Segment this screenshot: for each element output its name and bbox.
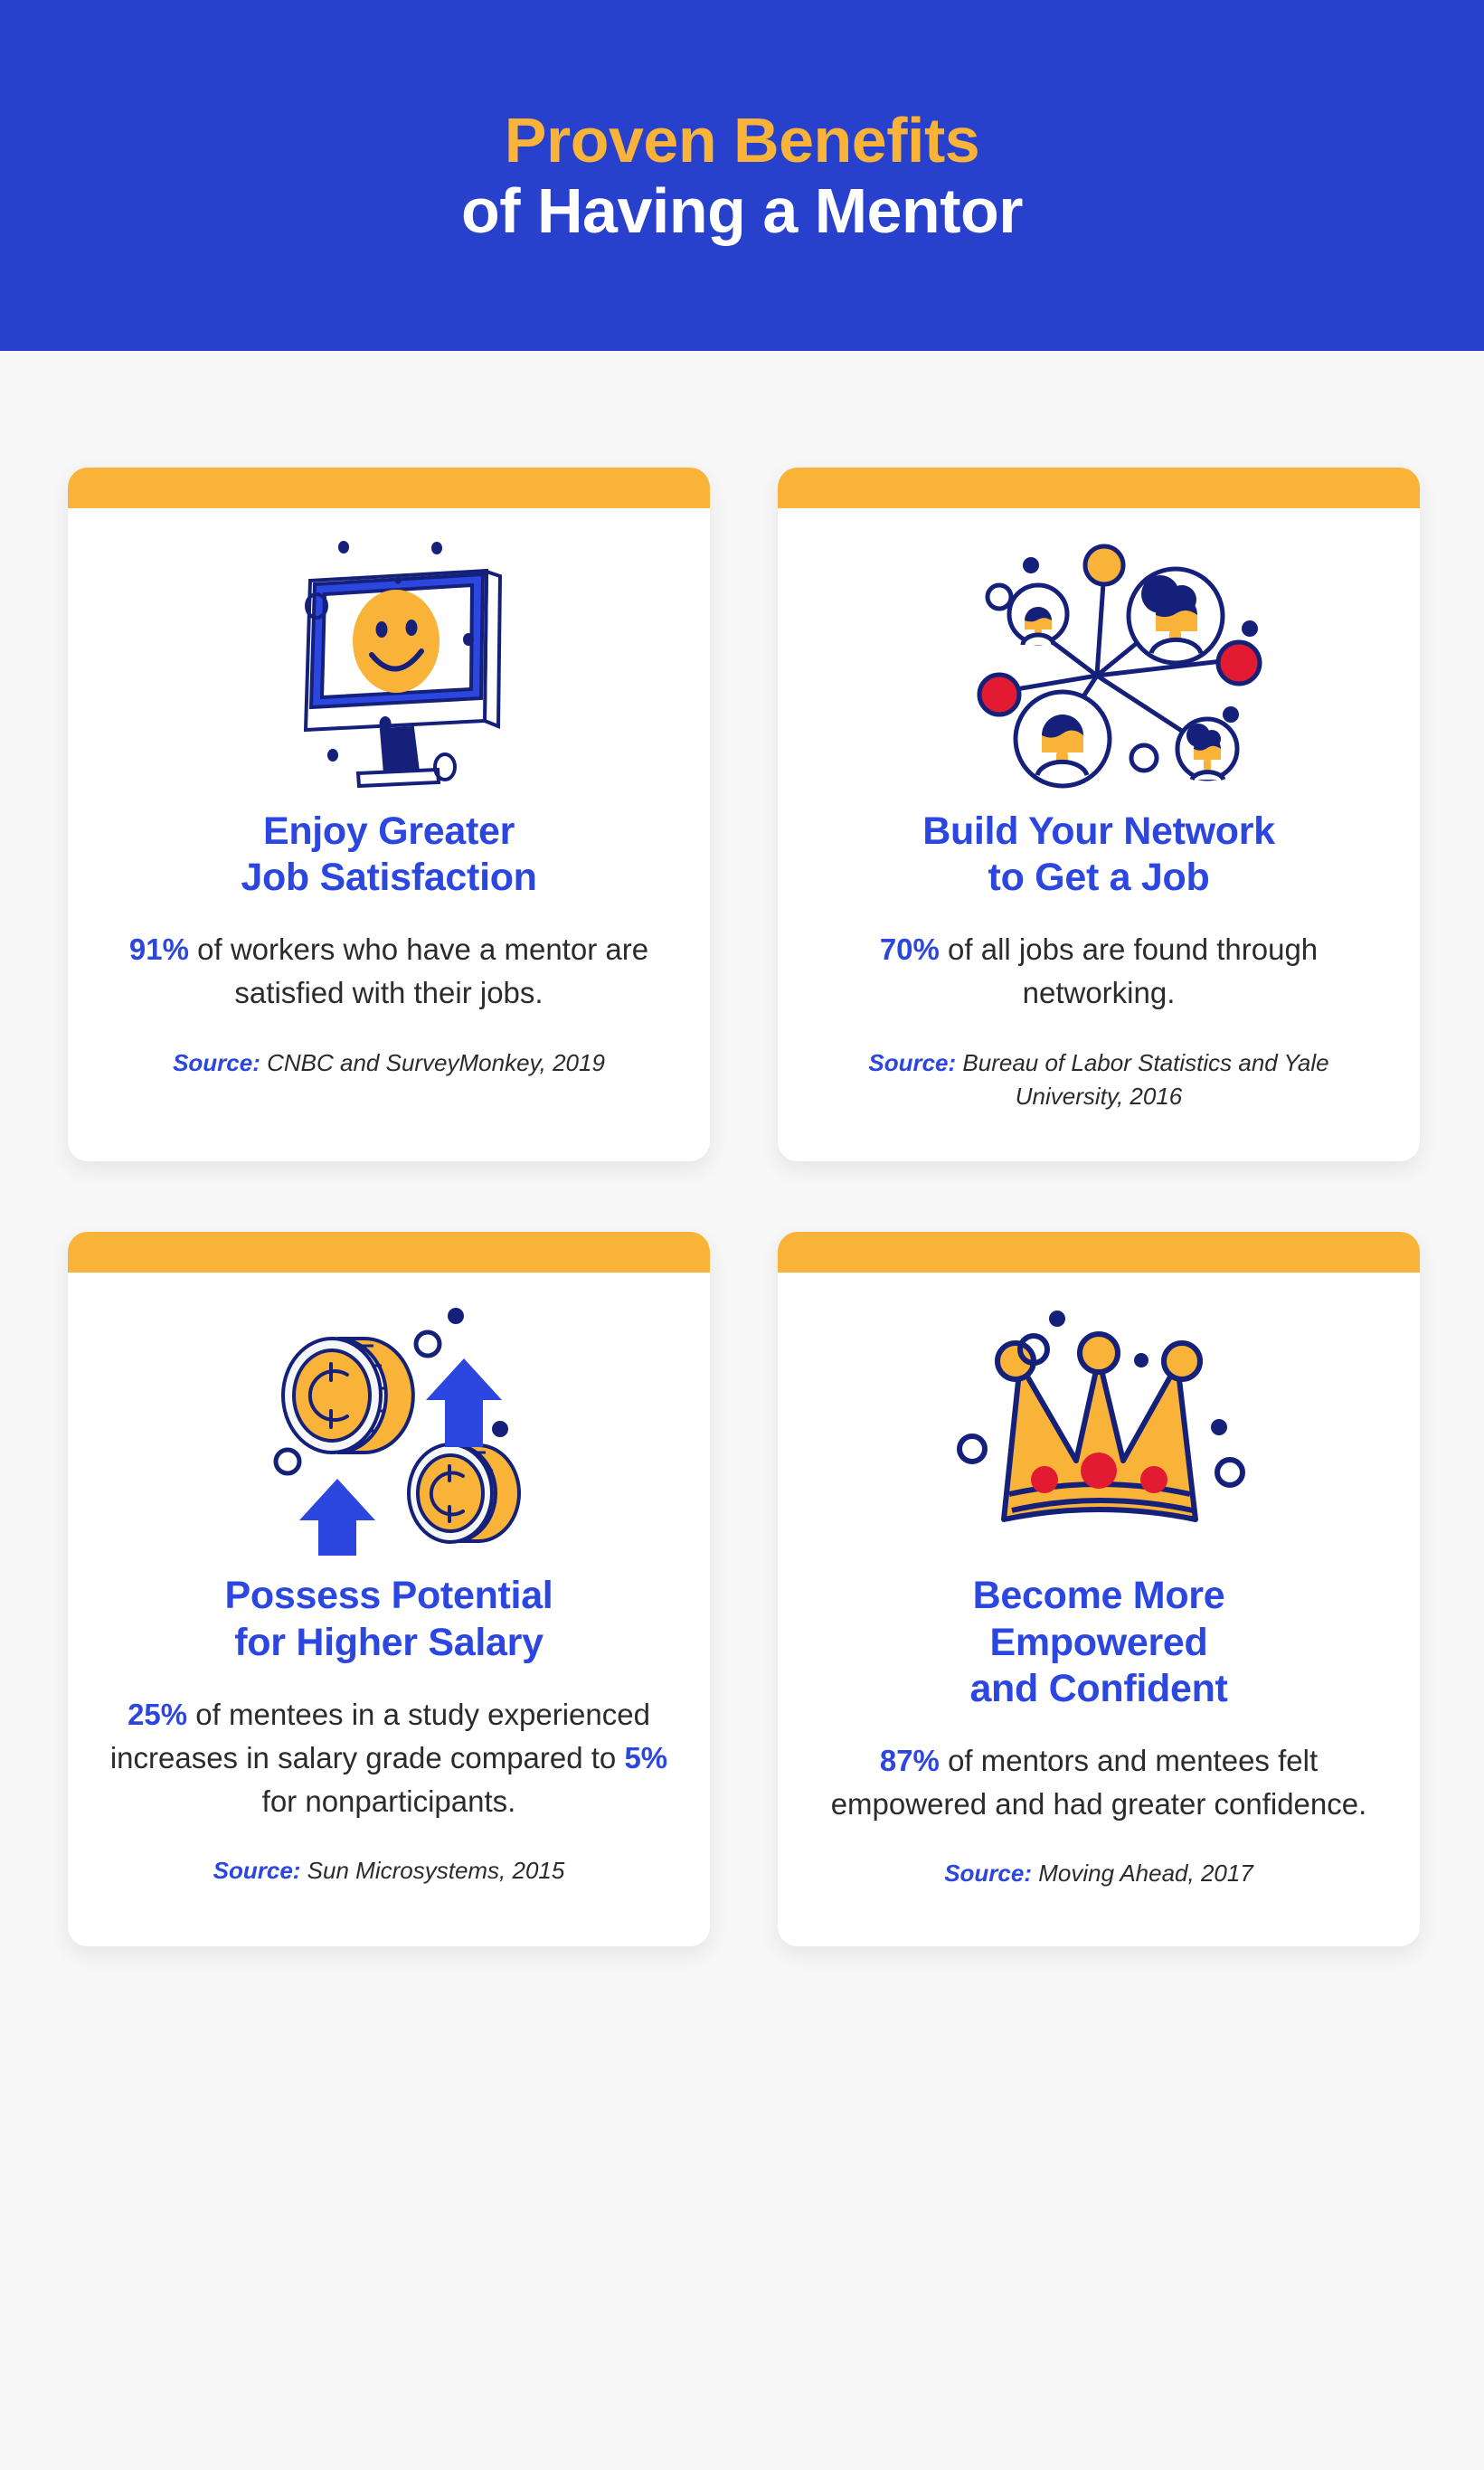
stat-text-a: of mentees in a study experienced increa… [109,1697,650,1774]
card-title-line-2: Empowered [989,1620,1208,1664]
infographic-page: Proven Benefits of Having a Mentor Enjoy… [0,0,1484,2470]
card-title-line-1: Possess Potential [224,1574,553,1618]
card-accent-bar [68,468,710,508]
page-title-line-1: Proven Benefits [504,104,980,175]
card-title-line-3: and Confident [969,1666,1228,1710]
smiley-monitor-icon [244,525,534,796]
card-title-line-2: to Get a Job [988,856,1210,900]
stat-value-2: 5% [624,1740,668,1774]
stat-value: 70% [879,932,940,967]
benefit-card-grid: Enjoy Greater Job Satisfaction 91% of wo… [68,468,1420,1947]
card-source: Source: CNBC and SurveyMonkey, 2019 [173,1046,605,1080]
source-text: Moving Ahead, 2017 [1032,1860,1253,1888]
page-header: Proven Benefits of Having a Mentor [0,0,1484,351]
card-source: Source: Bureau of Labor Statistics and Y… [816,1046,1382,1113]
card-body: Become More Empowered and Confident 87% … [778,1273,1420,1946]
card-accent-bar [778,1232,1420,1273]
card-body: Enjoy Greater Job Satisfaction 91% of wo… [68,508,710,1134]
stat-value: 87% [879,1743,940,1777]
card-stat: 25% of mentees in a study experienced in… [106,1693,672,1824]
card-title: Possess Potential for Higher Salary [225,1573,553,1665]
stat-text: of all jobs are found through networking… [939,932,1319,1010]
source-label: Source: [213,1857,301,1885]
card-title: Become More Empowered and Confident [969,1573,1227,1711]
stat-text: of workers who have a mentor are satisfi… [188,932,649,1010]
card-title: Enjoy Greater Job Satisfaction [241,809,537,901]
card-accent-bar [778,468,1420,508]
benefit-card-salary: Possess Potential for Higher Salary 25% … [68,1232,710,1947]
card-source: Source: Sun Microsystems, 2015 [213,1854,565,1888]
card-title-line-2: Job Satisfaction [241,856,537,900]
stat-value: 91% [128,932,189,967]
card-title: Build Your Network to Get a Job [922,809,1275,901]
card-title-line-2: for Higher Salary [234,1620,544,1664]
card-stat: 91% of workers who have a mentor are sat… [106,928,672,1015]
benefit-card-job-satisfaction: Enjoy Greater Job Satisfaction 91% of wo… [68,468,710,1162]
card-title-line-1: Become More [972,1574,1225,1618]
card-title-line-1: Enjoy Greater [262,809,515,853]
card-accent-bar [68,1232,710,1273]
source-text: CNBC and SurveyMonkey, 2019 [260,1048,605,1076]
card-stat: 70% of all jobs are found through networ… [816,928,1382,1015]
source-label: Source: [868,1048,957,1076]
coins-up-arrows-icon [231,1289,547,1560]
card-body: Build Your Network to Get a Job 70% of a… [778,508,1420,1161]
people-network-icon [918,525,1280,796]
page-title-line-2: of Having a Mentor [460,175,1024,246]
stat-text-b: for nonparticipants. [261,1784,516,1819]
card-body: Possess Potential for Higher Salary 25% … [68,1273,710,1944]
crown-icon [931,1289,1266,1560]
benefit-card-confidence: Become More Empowered and Confident 87% … [778,1232,1420,1947]
source-label: Source: [944,1860,1033,1888]
card-source: Source: Moving Ahead, 2017 [944,1857,1253,1890]
source-text: Sun Microsystems, 2015 [300,1857,565,1885]
stat-value: 25% [128,1697,188,1731]
card-stat: 87% of mentors and mentees felt empowere… [816,1739,1382,1826]
card-title-line-1: Build Your Network [922,809,1275,853]
benefit-card-network: Build Your Network to Get a Job 70% of a… [778,468,1420,1162]
source-label: Source: [173,1048,260,1076]
source-text: Bureau of Labor Statistics and Yale Univ… [956,1048,1329,1110]
